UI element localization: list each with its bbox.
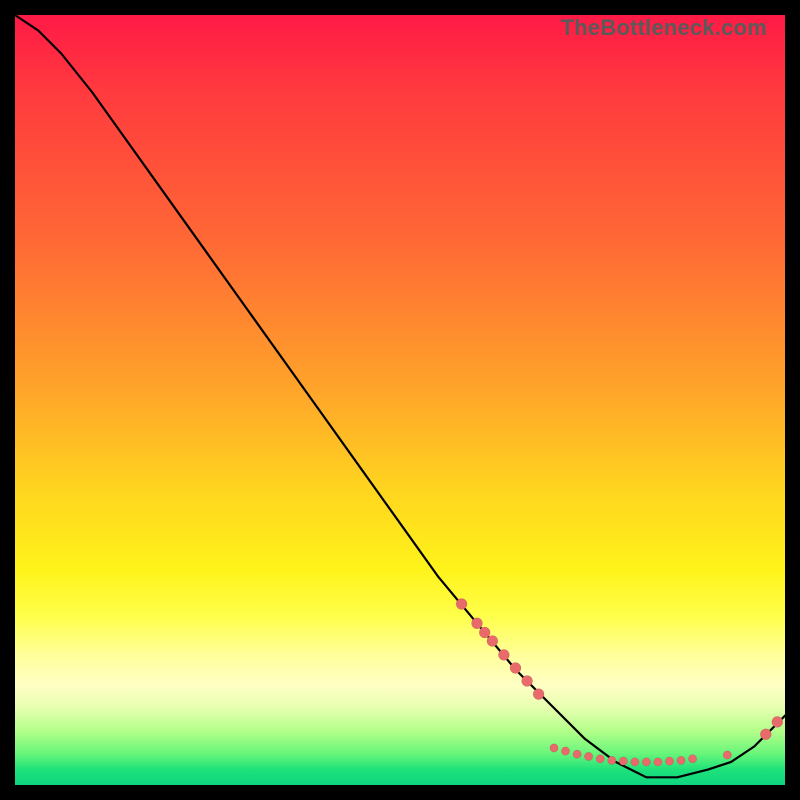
data-point: [642, 758, 650, 766]
data-point: [550, 744, 558, 752]
data-point: [688, 755, 696, 763]
chart-svg: [15, 15, 785, 785]
data-point: [723, 751, 731, 759]
data-point: [561, 747, 569, 755]
data-point: [456, 599, 467, 610]
bottleneck-curve: [15, 15, 785, 777]
data-point: [498, 649, 509, 660]
data-point: [596, 755, 604, 763]
data-point: [573, 750, 581, 758]
data-point: [472, 618, 483, 629]
data-point: [631, 758, 639, 766]
data-point: [522, 676, 533, 687]
chart-stage: TheBottleneck.com: [0, 0, 800, 800]
plot-area: TheBottleneck.com: [15, 15, 785, 785]
data-point: [510, 663, 521, 674]
data-point: [760, 729, 771, 740]
data-point: [608, 756, 616, 764]
data-points-group: [456, 599, 783, 767]
data-point: [479, 627, 490, 638]
data-point: [619, 757, 627, 765]
data-point: [487, 636, 498, 647]
data-point: [677, 756, 685, 764]
data-point: [533, 689, 544, 700]
data-point: [584, 752, 592, 760]
data-point: [654, 758, 662, 766]
data-point: [665, 757, 673, 765]
data-point: [772, 716, 783, 727]
